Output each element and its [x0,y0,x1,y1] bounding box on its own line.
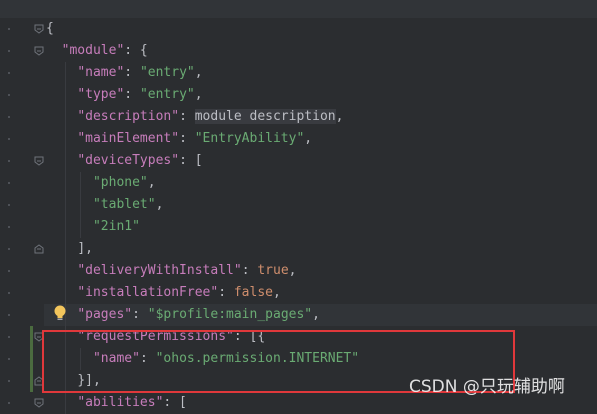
code-line[interactable]: "module": { [0,40,597,62]
lightbulb-icon[interactable] [52,304,68,322]
watermark-text: CSDN @只玩辅助啊 [409,377,565,397]
code-token: , [194,87,203,102]
code-token: "abilities" [77,395,164,410]
gutter-dot [8,138,10,140]
gutter-dot [8,248,10,250]
code-line-text: "2in1" [93,216,140,238]
gutter-dot [8,72,10,74]
code-token: "deviceTypes" [77,153,180,168]
editor-tab-strip [0,0,597,18]
gutter-dot [8,160,10,162]
gutter-dot [8,50,10,52]
code-token: : [124,87,140,102]
code-token: false [233,285,273,300]
code-token: true [257,263,289,278]
code-line[interactable]: { [0,18,597,40]
code-line-text: "description": module description, [77,106,343,128]
code-line[interactable]: "deviceTypes": [ [0,150,597,172]
code-token: , [304,131,313,146]
code-token: "tablet" [92,197,156,212]
fold-marker-icon[interactable] [34,156,44,166]
gutter-dot [8,270,10,272]
code-line[interactable]: "mainElement": "EntryAbility", [0,128,597,150]
code-token: , [335,109,344,124]
code-token: { [46,21,54,36]
code-line[interactable]: "description": module description, [0,106,597,128]
code-token: : [179,109,195,124]
code-token: : [179,131,195,146]
gutter-dot [8,28,10,30]
code-line-text: "mainElement": "EntryAbility", [77,128,312,150]
gutter-dot [8,116,10,118]
code-line[interactable]: ], [0,238,597,260]
code-token: : { [124,43,148,58]
gutter-dot [8,182,10,184]
code-token: "2in1" [92,219,140,234]
code-token: : [241,263,258,278]
gutter-dot [8,358,10,360]
code-token: , [288,263,297,278]
code-token: module description [194,109,336,124]
gutter-dot [8,292,10,294]
code-token: , [147,175,156,190]
code-line[interactable]: "type": "entry", [0,84,597,106]
fold-marker-icon[interactable] [34,398,44,408]
code-line[interactable]: "installationFree": false, [0,282,597,304]
fold-marker-icon[interactable] [34,244,44,254]
code-token: , [273,285,281,300]
code-line-text: "pages": "$profile:main_pages", [77,304,320,326]
code-token: ], [77,241,93,256]
code-token: "mainElement" [77,131,180,146]
code-token: "name" [77,65,125,80]
code-token: , [194,65,203,80]
code-token: : [218,285,234,300]
code-token: : [124,65,140,80]
indent-guide [80,172,82,238]
code-token: , [155,197,164,212]
code-line[interactable]: "phone", [0,172,597,194]
gutter-dot [8,314,10,316]
code-token: , [312,307,320,322]
code-token: : [ [163,395,187,410]
code-line-text: "installationFree": false, [77,282,281,304]
code-token: "phone" [92,175,148,190]
code-line-text: "module": { [62,40,148,62]
code-line[interactable]: "2in1" [0,216,597,238]
code-line[interactable]: "deliveryWithInstall": true, [0,260,597,282]
fold-marker-icon[interactable] [34,46,44,56]
code-token: "description" [77,109,180,124]
code-line[interactable]: "name": "entry", [0,62,597,84]
code-token: "type" [77,87,125,102]
code-line-text: "tablet", [93,194,163,216]
code-token: : [132,307,148,322]
code-line[interactable]: "pages": "$profile:main_pages", [0,304,597,326]
code-line-text: "deliveryWithInstall": true, [77,260,296,282]
gutter-dot [8,226,10,228]
code-token: "entry" [139,87,195,102]
code-line-text: "phone", [93,172,156,194]
gutter-dot [8,380,10,382]
code-token: : [ [179,153,203,168]
code-token: "module" [61,43,125,58]
code-token: "entry" [139,65,195,80]
code-token: "EntryAbility" [194,131,305,146]
code-token: "$profile:main_pages" [147,307,313,322]
code-token: "pages" [77,307,133,322]
gutter-dot [8,336,10,338]
fold-marker-icon[interactable] [34,24,44,34]
code-line-text: "name": "entry", [77,62,202,84]
code-line-text: { [46,18,54,40]
code-token: "installationFree" [77,285,219,300]
code-line-text: "type": "entry", [77,84,202,106]
code-line[interactable]: "tablet", [0,194,597,216]
gutter-dot [8,94,10,96]
code-token: "deliveryWithInstall" [77,263,242,278]
gutter-dot [8,402,10,404]
code-line-text: ], [77,238,93,260]
gutter-dot [8,204,10,206]
code-line-text: "deviceTypes": [ [77,150,202,172]
code-line-text: "abilities": [ [77,392,187,414]
